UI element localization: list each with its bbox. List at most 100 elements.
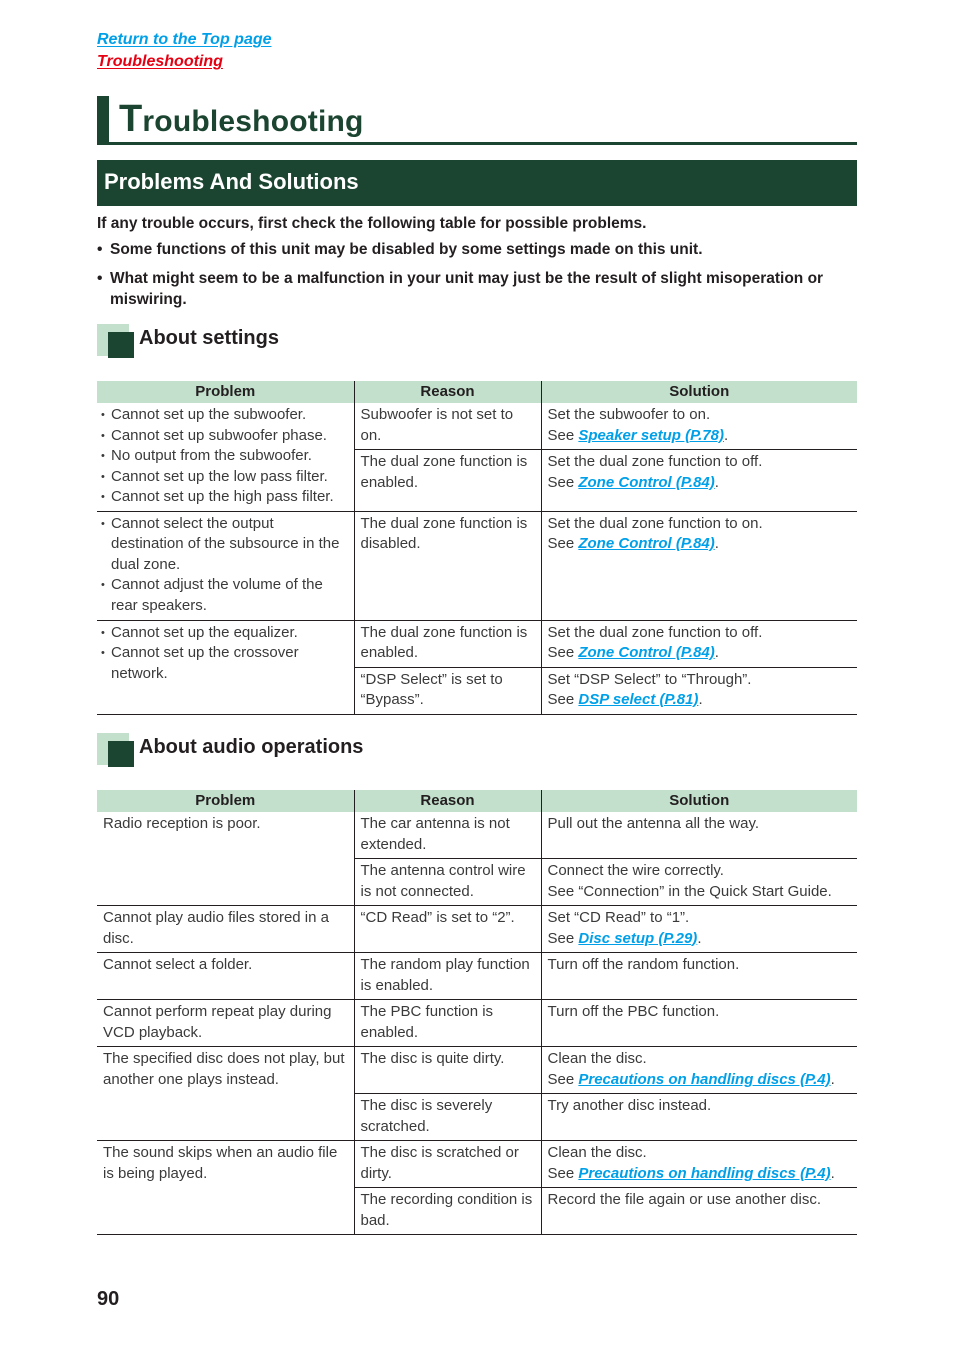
solution-cell: Turn off the random function. [540, 952, 857, 1000]
solution-cell: Clean the disc. See Precautions on handli… [540, 1046, 857, 1094]
reason-cell: “CD Read” is set to “2”. [353, 905, 541, 953]
cross-reference-link[interactable]: Precautions on handling discs (P.4) [578, 1165, 830, 1182]
solution-cell: Clean the disc. See Precautions on handli… [540, 1140, 857, 1188]
table-row: Cannot select the output destination of … [97, 511, 857, 621]
solution-reference: See Speaker setup (P.78). [548, 426, 852, 447]
solution-text: Set the dual zone function to off. [547, 623, 763, 641]
solution-text: See “Connection” in the Quick Start Guid… [547, 882, 832, 900]
problem-item: Cannot select the output destination of … [101, 514, 348, 576]
settings-heading-label: About settings [139, 327, 279, 349]
see-label: See [547, 929, 579, 947]
cross-reference-link[interactable]: Speaker setup (P.78) [578, 427, 724, 444]
reason-cell: The disc is quite dirty. [353, 1046, 541, 1094]
punctuation: . [714, 473, 719, 491]
solution-text: Record the file again or use another dis… [547, 1191, 822, 1208]
problem-cell: Radio reception is poor. [97, 812, 354, 906]
solution-cell: Set “CD Read” to “1”. See Disc setup (P.2… [540, 905, 857, 953]
see-label: See [547, 473, 579, 491]
table-row: Cannot set up the subwoofer.Cannot set u… [97, 403, 857, 512]
troubleshooting-link[interactable]: Troubleshooting [97, 53, 223, 71]
cross-reference-link[interactable]: Zone Control (P.84) [578, 474, 714, 491]
punctuation: . [724, 426, 729, 444]
audio-heading-label: About audio operations [139, 736, 364, 758]
problem-item: Cannot set up the high pass filter. [101, 487, 348, 508]
solution-reference: See Disc setup (P.29). [548, 929, 852, 950]
solution-cell: Set the dual zone function to off. See Zo… [540, 620, 857, 668]
problem-list: Cannot set up the subwoofer.Cannot set u… [101, 405, 348, 508]
solution-cell: Try another disc instead. [540, 1093, 857, 1141]
column-header-problem: Problem [97, 381, 354, 403]
section-header: Problems And Solutions [97, 160, 857, 206]
solution-cell: Turn off the PBC function. [540, 999, 857, 1047]
solution-text: Try another disc instead. [547, 1097, 712, 1114]
problem-item: Cannot set up the equalizer. [101, 623, 348, 644]
reason-cell: The PBC function is enabled. [353, 999, 541, 1047]
return-to-top-link[interactable]: Return to the Top page [97, 31, 272, 49]
solution-cell: Set the dual zone function to off. See Zo… [540, 449, 857, 512]
page-number: 90 [97, 1288, 120, 1310]
solution-text: Set the dual zone function to off. [547, 453, 763, 471]
reason-cell: The dual zone function is enabled. [353, 620, 541, 668]
problem-cell: Cannot select a folder. [97, 952, 354, 1000]
problem-cell: Cannot play audio files stored in a disc… [97, 905, 354, 953]
problem-cell: The specified disc does not play, but an… [97, 1046, 354, 1141]
solution-text: Set “CD Read” to “1”. [547, 909, 690, 926]
solution-cell: Pull out the antenna all the way. [540, 812, 857, 859]
heading-marker-icon [108, 332, 134, 358]
reason-cell: The recording condition is bad. [353, 1187, 541, 1235]
cross-reference-link[interactable]: Zone Control (P.84) [578, 644, 714, 661]
cross-reference-link[interactable]: Disc setup (P.29) [578, 930, 697, 947]
problem-list: Cannot select the output destination of … [101, 514, 348, 617]
audio-table: Problem Reason Solution Radio reception … [97, 790, 857, 1235]
see-label: See [547, 426, 579, 444]
reason-cell: Subwoofer is not set to on. [353, 403, 541, 451]
reason-cell: The dual zone function is enabled. [353, 449, 541, 512]
solution-text: Connect the wire correctly. [547, 862, 724, 879]
punctuation: . [714, 644, 719, 661]
problem-list: Cannot set up the equalizer.Cannot set u… [101, 623, 348, 685]
reason-cell: The disc is severely scratched. [353, 1093, 541, 1141]
audio-heading: About audio operations [97, 733, 857, 767]
punctuation: . [697, 929, 702, 947]
punctuation: . [830, 1164, 835, 1182]
cross-reference-link[interactable]: DSP select (P.81) [578, 691, 698, 708]
solution-cell: Record the file again or use another dis… [540, 1187, 857, 1235]
problem-item: Cannot set up the crossover network. [101, 643, 348, 684]
column-header-solution: Solution [540, 790, 857, 812]
title-rest: roubleshooting [142, 105, 364, 138]
settings-heading: About settings [97, 324, 857, 358]
intro-text: If any trouble occurs, first check the f… [97, 213, 857, 310]
see-label: See [547, 1164, 579, 1182]
see-label: See [547, 644, 579, 661]
solution-text: Turn off the random function. [547, 956, 740, 973]
solution-cell: Set the subwoofer to on. See Speaker setu… [540, 403, 857, 451]
column-header-problem: Problem [97, 790, 354, 812]
intro-lead: If any trouble occurs, first check the f… [97, 215, 647, 232]
table-row: The specified disc does not play, but an… [97, 1046, 857, 1141]
intro-bullet: Some functions of this unit may be disab… [97, 239, 857, 260]
title-first-letter: T [119, 98, 143, 140]
punctuation: . [698, 691, 703, 708]
table-row: Cannot set up the equalizer.Cannot set u… [97, 620, 857, 715]
solution-reference: See Zone Control (P.84). [548, 643, 852, 664]
punctuation: . [714, 535, 719, 552]
title-accent-bar [97, 96, 109, 145]
solution-reference: See Zone Control (P.84). [548, 534, 852, 555]
reason-cell: “DSP Select” is set to “Bypass”. [353, 667, 541, 715]
problem-item: Cannot adjust the volume of the rear spe… [101, 575, 348, 616]
solution-reference: See DSP select (P.81). [548, 690, 852, 711]
reason-cell: The dual zone function is disabled. [353, 511, 541, 621]
solution-reference: See Precautions on handling discs (P.4). [548, 1164, 852, 1185]
section-title: Problems And Solutions [104, 169, 359, 194]
cross-reference-link[interactable]: Precautions on handling discs (P.4) [578, 1071, 830, 1088]
cross-reference-link[interactable]: Zone Control (P.84) [578, 535, 714, 552]
solution-reference: See Precautions on handling discs (P.4). [548, 1070, 852, 1091]
problem-cell: Cannot set up the equalizer.Cannot set u… [97, 620, 354, 715]
problem-item: Cannot set up subwoofer phase. [101, 426, 348, 447]
problem-cell: The sound skips when an audio file is be… [97, 1140, 354, 1235]
problem-cell: Cannot set up the subwoofer.Cannot set u… [97, 403, 354, 512]
solution-text: Clean the disc. [547, 1050, 647, 1067]
see-label: See [547, 691, 579, 708]
punctuation: . [830, 1070, 835, 1088]
table-row: Cannot play audio files stored in a disc… [97, 905, 857, 953]
